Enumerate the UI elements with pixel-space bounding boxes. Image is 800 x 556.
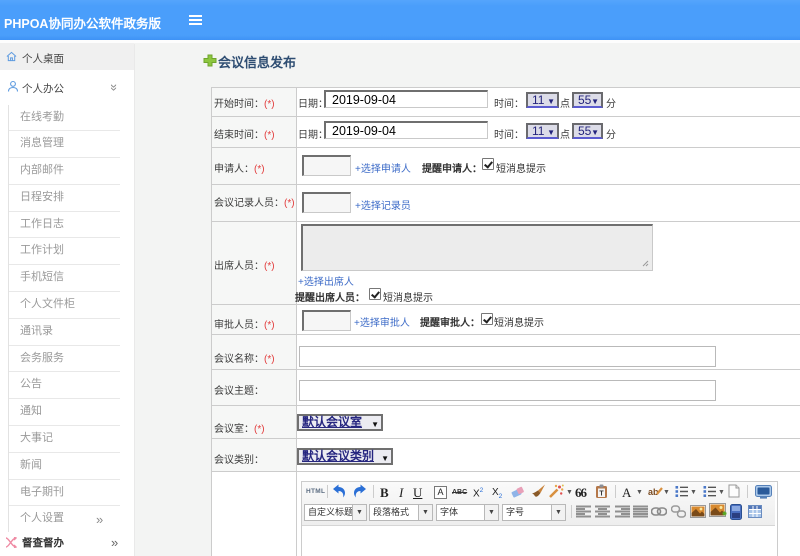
svg-text:T: T bbox=[599, 491, 604, 498]
